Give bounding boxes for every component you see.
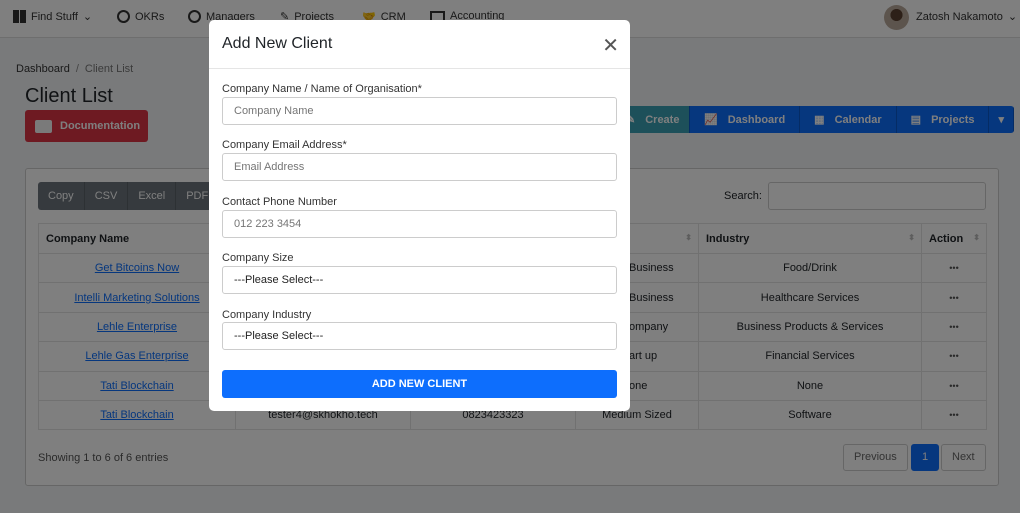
company-industry-label: Company Industry xyxy=(222,309,312,321)
close-icon[interactable]: ✕ xyxy=(602,33,619,58)
company-email-input[interactable] xyxy=(222,153,617,181)
company-email-label: Company Email Address* xyxy=(222,139,347,151)
add-client-modal: Add New Client ✕ Company Name / Name of … xyxy=(209,20,630,411)
divider xyxy=(209,68,630,69)
company-size-select[interactable]: ---Please Select--- xyxy=(222,266,617,294)
company-size-label: Company Size xyxy=(222,252,294,264)
modal-title: Add New Client xyxy=(222,35,333,52)
company-industry-select[interactable]: ---Please Select--- xyxy=(222,322,617,350)
company-name-label: Company Name / Name of Organisation* xyxy=(222,83,422,95)
phone-label: Contact Phone Number xyxy=(222,196,337,208)
company-name-input[interactable] xyxy=(222,97,617,125)
phone-input[interactable] xyxy=(222,210,617,238)
add-new-client-button[interactable]: ADD NEW CLIENT xyxy=(222,370,617,398)
